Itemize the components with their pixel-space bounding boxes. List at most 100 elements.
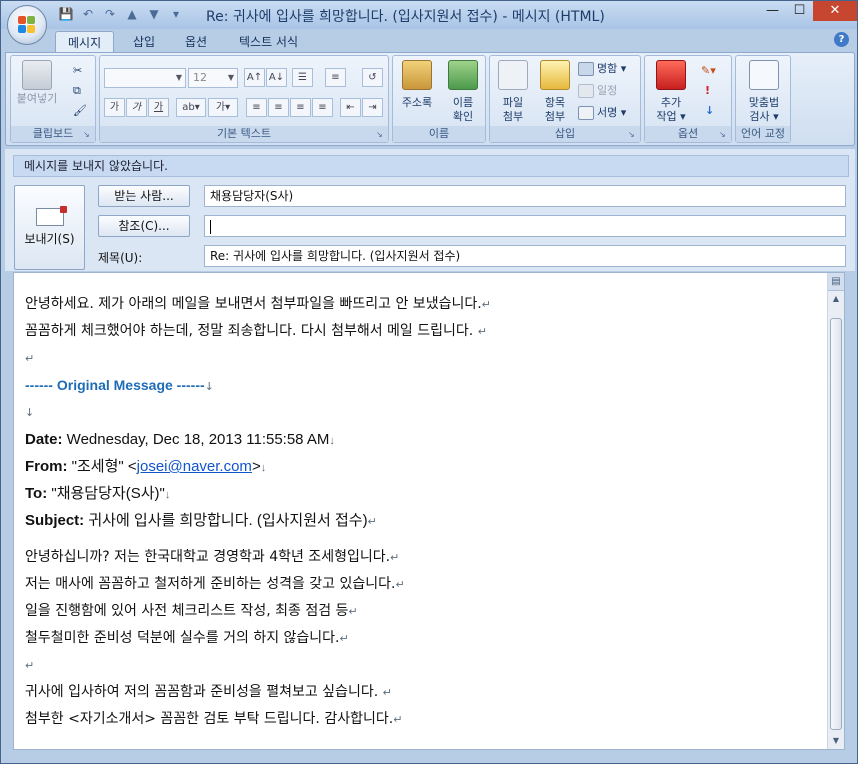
info-bar: 메시지를 보내지 않았습니다. <box>13 155 849 177</box>
follow-up-button[interactable]: 추가 작업 ▾ <box>649 60 693 124</box>
tab-format-text[interactable]: 텍스트 서식 <box>227 31 310 53</box>
basic-text-group: ▼ 12 ▼ A↑ A↓ ☰ ≡ ↺ 가 가 가 ab▾ 가▾ ≡ ≡ ≡ ≡ ⇤… <box>99 55 389 143</box>
options-launcher-icon[interactable]: ↘ <box>719 130 729 140</box>
font-size-combo[interactable]: 12 ▼ <box>188 68 238 88</box>
cc-field[interactable] <box>204 215 846 237</box>
address-book-icon <box>402 60 432 90</box>
body-line: 꼼꼼하게 체크했어야 하는데, 정말 죄송합니다. 다시 첨부해서 메일 드립니… <box>25 323 487 339</box>
from-line: From: "조세형" <josei@naver.com>↓ <box>25 458 267 475</box>
spelling-button[interactable]: 맞춤법 검사 ▾ <box>740 60 788 124</box>
address-book-button[interactable]: 주소록 <box>397 60 437 110</box>
tab-insert[interactable]: 삽입 <box>121 31 167 53</box>
body-line: 안녕하세요. 제가 아래의 메일을 보내면서 첨부파일을 빠뜨리고 안 보냈습니… <box>25 296 491 312</box>
basic-text-group-label: 기본 텍스트 <box>100 126 388 142</box>
to-button[interactable]: 받는 사람... <box>98 185 190 207</box>
tab-message[interactable]: 메시지 <box>55 31 115 53</box>
font-name-combo[interactable]: ▼ <box>104 68 186 88</box>
clear-formatting-icon[interactable]: ↺ <box>362 68 383 87</box>
office-logo-icon <box>18 16 36 34</box>
subject-field[interactable]: Re: 귀사에 입사를 희망합니다. (입사지원서 접수) <box>204 245 846 267</box>
body-line: ↵ <box>25 352 35 365</box>
basic-text-launcher-icon[interactable]: ↘ <box>376 130 386 140</box>
email-link[interactable]: josei@naver.com <box>137 458 252 475</box>
categorize-icon[interactable]: ✎▾ <box>701 62 716 80</box>
window-controls: — ☐ ✕ <box>759 1 857 22</box>
outlook-message-window: 💾 ↶ ↷ ▲ ▼ ▾ Re: 귀사에 입사를 희망합니다. (입사지원서 접수… <box>0 0 858 764</box>
paste-button[interactable]: 붙여넣기 <box>15 60 59 106</box>
signature-button[interactable]: 서명 ▾ <box>578 104 626 122</box>
send-button[interactable]: 보내기(S) <box>14 185 85 270</box>
clipboard-launcher-icon[interactable]: ↘ <box>83 130 93 140</box>
customize-toolbar-icon[interactable]: ▾ <box>167 6 185 22</box>
body-line: 첨부한 <자기소개서> 꼼꼼한 검토 부탁 드립니다. 감사합니다.↵ <box>25 711 403 727</box>
ruler-toggle-icon[interactable]: ▤ <box>828 273 844 291</box>
names-group: 주소록 이름 확인 이름 <box>392 55 486 143</box>
align-left-icon[interactable]: ≡ <box>246 98 267 117</box>
increase-indent-icon[interactable]: ⇥ <box>362 98 383 117</box>
check-names-button[interactable]: 이름 확인 <box>443 60 483 124</box>
ribbon: 붙여넣기 ✂ ⧉ 🖌 클립보드 ↘ ▼ 12 ▼ A↑ A↓ ☰ ≡ ↺ 가 가 … <box>5 52 855 146</box>
message-body[interactable]: 안녕하세요. 제가 아래의 메일을 보내면서 첨부파일을 빠뜨리고 안 보냈습니… <box>13 272 845 750</box>
grow-font-icon[interactable]: A↑ <box>244 68 265 87</box>
vertical-scrollbar[interactable]: ▤ ▲ ▼ <box>827 273 844 749</box>
redo-icon[interactable]: ↷ <box>101 6 119 22</box>
scroll-up-icon[interactable]: ▲ <box>828 291 844 307</box>
align-right-icon[interactable]: ≡ <box>290 98 311 117</box>
message-text[interactable]: 안녕하세요. 제가 아래의 메일을 보내면서 첨부파일을 빠뜨리고 안 보냈습니… <box>25 291 825 733</box>
justify-icon[interactable]: ≡ <box>312 98 333 117</box>
attach-file-button[interactable]: 파일 첨부 <box>494 60 532 124</box>
scroll-down-icon[interactable]: ▼ <box>828 733 844 749</box>
flag-icon <box>656 60 686 90</box>
signature-icon <box>578 106 594 120</box>
shrink-font-icon[interactable]: A↓ <box>266 68 287 87</box>
copy-icon[interactable]: ⧉ <box>73 82 81 100</box>
highlight-icon[interactable]: ab▾ <box>176 98 206 117</box>
italic-icon[interactable]: 가 <box>126 98 147 117</box>
options-group: 추가 작업 ▾ ✎▾ ! ↓ 옵션 ↘ <box>644 55 732 143</box>
insert-group: 파일 첨부 항목 첨부 명함 ▾ 일정 서명 ▾ 삽입 ↘ <box>489 55 641 143</box>
font-color-icon[interactable]: 가▾ <box>208 98 238 117</box>
bullets-icon[interactable]: ☰ <box>292 68 313 87</box>
cut-icon[interactable]: ✂ <box>73 62 82 80</box>
subject-line: Subject: 귀사에 입사를 희망합니다. (입사지원서 접수)↵ <box>25 512 377 529</box>
body-line: 귀사에 입사하여 저의 꼼꼼함과 준비성을 펼쳐보고 싶습니다. ↵ <box>25 684 392 700</box>
insert-group-label: 삽입 <box>490 126 640 142</box>
help-icon[interactable]: ? <box>834 32 849 47</box>
underline-icon[interactable]: 가 <box>148 98 169 117</box>
office-button[interactable] <box>7 5 47 45</box>
paste-icon <box>22 60 52 90</box>
high-importance-icon[interactable]: ! <box>705 82 710 100</box>
body-line: 저는 매사에 꼼꼼하고 철저하게 준비하는 성격을 갖고 있습니다.↵ <box>25 576 405 592</box>
chevron-down-icon: ▼ <box>175 73 183 82</box>
title-bar: 💾 ↶ ↷ ▲ ▼ ▾ Re: 귀사에 입사를 희망합니다. (입사지원서 접수… <box>1 1 857 29</box>
calendar-button[interactable]: 일정 <box>578 82 617 100</box>
insert-launcher-icon[interactable]: ↘ <box>628 130 638 140</box>
proofing-group: 맞춤법 검사 ▾ 언어 교정 <box>735 55 791 143</box>
to-line: To: "채용담당자(S사)"↓ <box>25 485 171 502</box>
align-center-icon[interactable]: ≡ <box>268 98 289 117</box>
previous-item-icon[interactable]: ▲ <box>123 6 141 22</box>
next-item-icon[interactable]: ▼ <box>145 6 163 22</box>
close-button[interactable]: ✕ <box>813 1 857 21</box>
scrollbar-thumb[interactable] <box>830 318 842 730</box>
minimize-button[interactable]: — <box>759 1 786 21</box>
maximize-button[interactable]: ☐ <box>786 1 813 21</box>
proofing-group-label: 언어 교정 <box>736 126 790 142</box>
body-line: ↓ <box>25 406 35 419</box>
window-title: Re: 귀사에 입사를 희망합니다. (입사지원서 접수) - 메시지 (HTM… <box>206 9 605 25</box>
business-card-button[interactable]: 명함 ▾ <box>578 60 626 78</box>
calendar-icon <box>578 84 594 98</box>
ribbon-tabs: 메시지 삽입 옵션 텍스트 서식 ? <box>1 29 857 53</box>
attach-item-button[interactable]: 항목 첨부 <box>536 60 574 124</box>
cc-button[interactable]: 참조(C)... <box>98 215 190 237</box>
format-painter-icon[interactable]: 🖌 <box>73 102 87 120</box>
body-line: 철두철미한 준비성 덕분에 실수를 거의 하지 않습니다.↵ <box>25 630 349 646</box>
numbering-icon[interactable]: ≡ <box>325 68 346 87</box>
to-field[interactable]: 채용담당자(S사) <box>204 185 846 207</box>
undo-icon[interactable]: ↶ <box>79 6 97 22</box>
bold-icon[interactable]: 가 <box>104 98 125 117</box>
decrease-indent-icon[interactable]: ⇤ <box>340 98 361 117</box>
tab-options[interactable]: 옵션 <box>173 31 219 53</box>
low-importance-icon[interactable]: ↓ <box>705 102 714 120</box>
save-icon[interactable]: 💾 <box>57 6 75 22</box>
